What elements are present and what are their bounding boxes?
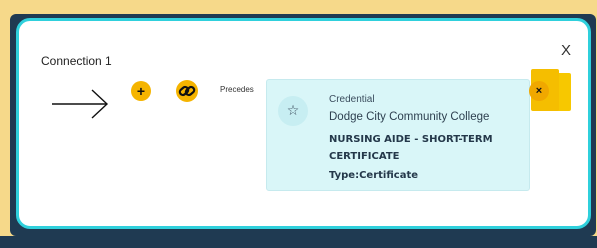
star-icon: ☆: [278, 96, 308, 126]
card-type-line: Type:Certificate: [329, 170, 419, 181]
add-button[interactable]: +: [131, 81, 151, 101]
link-icon[interactable]: [176, 80, 198, 102]
arrow-right-icon: [50, 87, 110, 125]
card-organization: Dodge City Community College: [329, 111, 490, 123]
card-type: Credential: [329, 94, 375, 105]
credential-card[interactable]: ☆ Credential Dodge City Community Colleg…: [266, 79, 530, 191]
close-button[interactable]: X: [561, 42, 571, 59]
connection-modal: Connection 1 X + Precedes ☆ Credential D…: [16, 18, 591, 229]
document-icon: ×: [529, 69, 571, 115]
modal-title: Connection 1: [41, 54, 112, 68]
card-credential-name: NURSING AIDE - SHORT-TERM CERTIFICATE: [329, 134, 493, 162]
page-backdrop: [0, 236, 597, 248]
remove-connection-button[interactable]: ×: [529, 81, 549, 101]
relationship-label: Precedes: [220, 85, 254, 94]
